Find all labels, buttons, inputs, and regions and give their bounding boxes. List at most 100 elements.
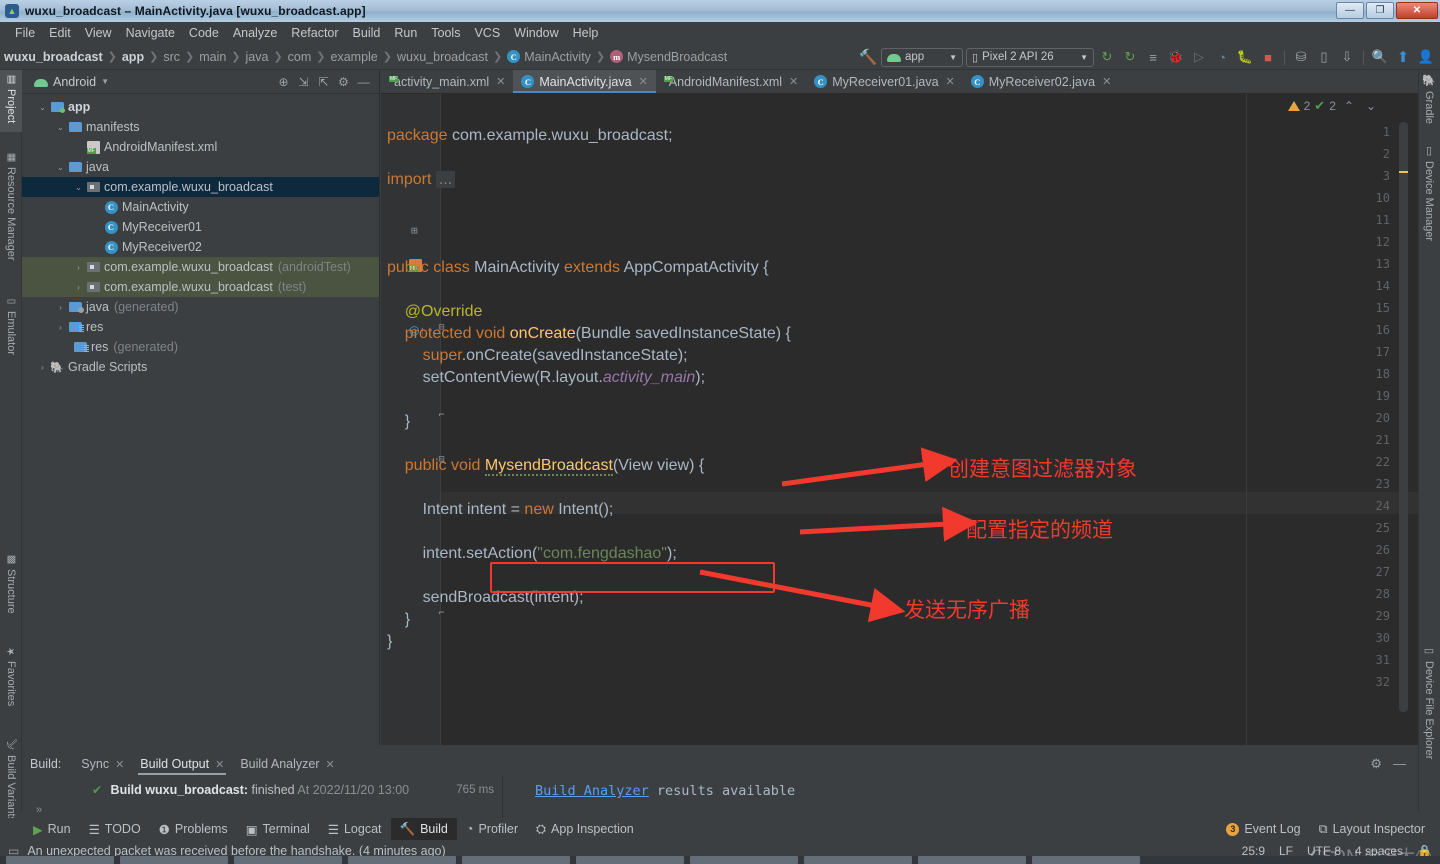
breadcrumb-item-app[interactable]: app [122, 50, 144, 64]
bottom-tab-build[interactable]: 🔨 Build [390, 818, 457, 840]
close-icon[interactable]: ✕ [639, 75, 648, 88]
sidebar-item-structure[interactable]: ▩ Structure [0, 550, 22, 632]
run-step-icon[interactable]: ▷ [1189, 47, 1209, 67]
code-fold-icon[interactable]: ⌐ [437, 410, 446, 421]
settings-gear-icon[interactable]: ⚙ [336, 75, 351, 89]
sidebar-item-gradle[interactable]: 🐘 Gradle [1418, 70, 1440, 132]
tree-node-java-generated[interactable]: › java (generated) [22, 297, 379, 317]
layout-inspector-button[interactable]: ⧉ Layout Inspector [1310, 818, 1434, 840]
tree-node-manifests[interactable]: ⌄ manifests [22, 117, 379, 137]
close-icon[interactable]: ✕ [946, 75, 955, 88]
update-icon[interactable]: ⬆ [1393, 47, 1413, 67]
taskbar-item[interactable] [1032, 856, 1140, 864]
taskbar-item[interactable] [576, 856, 684, 864]
bottom-tab-logcat[interactable]: ☰ Logcat [319, 818, 391, 840]
expand-all-icon[interactable]: ⇲ [296, 75, 311, 89]
bottom-tab-terminal[interactable]: ▣ Terminal [237, 818, 319, 840]
tab-my-receiver-02-java[interactable]: C MyReceiver02.java ✕ [963, 70, 1120, 93]
code-fold-icon[interactable]: ⌐ [437, 608, 446, 619]
minimize-button[interactable]: — [1336, 2, 1364, 19]
run-coverage-icon[interactable]: ↻ [1120, 47, 1140, 67]
run-configuration-selector[interactable]: app ▼ [881, 47, 963, 67]
menu-analyze[interactable]: Analyze [226, 26, 284, 40]
taskbar-item[interactable] [120, 856, 228, 864]
avd-manager-icon[interactable]: ▯ [1314, 47, 1334, 67]
hide-icon[interactable]: — [356, 75, 371, 89]
toggle-lines-icon[interactable]: ≡ [1143, 47, 1163, 67]
breadcrumb-item-project[interactable]: wuxu_broadcast [4, 50, 103, 64]
tree-node-main-activity[interactable]: C MainActivity [22, 197, 379, 217]
collapse-all-icon[interactable]: ⇱ [316, 75, 331, 89]
chevron-down-icon[interactable]: ⌄ [72, 183, 85, 192]
taskbar-item[interactable] [6, 856, 114, 864]
previous-highlight-icon[interactable]: ⌃ [1344, 99, 1354, 113]
chevron-right-icon[interactable]: › [54, 303, 67, 312]
inspection-widget[interactable]: 2 ✔ 2 ⌃ ⌄ [1287, 98, 1376, 114]
bottom-tab-problems[interactable]: ❶ Problems [150, 818, 237, 840]
run-icon[interactable]: ↻ [1097, 47, 1117, 67]
tree-node-res-generated[interactable]: res (generated) [22, 337, 379, 357]
taskbar-item[interactable] [462, 856, 570, 864]
bottom-tab-run[interactable]: ▶ Run [24, 818, 80, 840]
tab-main-activity-java[interactable]: C MainActivity.java ✕ [513, 70, 657, 93]
chevron-down-icon[interactable]: ⌄ [54, 123, 67, 132]
menu-view[interactable]: View [78, 26, 119, 40]
menu-vcs[interactable]: VCS [467, 26, 507, 40]
taskbar-item[interactable] [234, 856, 342, 864]
maximize-button[interactable]: ❐ [1366, 2, 1394, 19]
bottom-tab-app-inspection[interactable]: ⛭ App Inspection [527, 818, 643, 840]
chevron-right-icon[interactable]: › [36, 363, 49, 372]
taskbar-item[interactable] [918, 856, 1026, 864]
tree-node-package-android-test[interactable]: › com.example.wuxu_broadcast (androidTes… [22, 257, 379, 277]
device-selector[interactable]: ▯ Pixel 2 API 26 ▼ [966, 47, 1094, 67]
collapsed-imports[interactable]: ... [435, 171, 456, 188]
build-tab-sync[interactable]: Sync ✕ [73, 752, 132, 776]
code-editor[interactable]: 1 2 3 10 11 12 13 14 15 16 17 18 19 20 2… [381, 94, 1418, 745]
chevron-right-icon[interactable]: › [54, 323, 67, 332]
build-result-line[interactable]: ✔ Build wuxu_broadcast: finished At 2022… [92, 783, 409, 797]
next-highlight-icon[interactable]: ⌄ [1366, 99, 1376, 113]
build-analyzer-link[interactable]: Build Analyzer [535, 783, 649, 799]
menu-tools[interactable]: Tools [424, 26, 467, 40]
attach-debugger-icon[interactable]: 🐛 [1235, 47, 1255, 67]
build-tab-build-output[interactable]: Build Output ✕ [132, 752, 232, 776]
build-hammer-icon[interactable]: 🔨 [858, 47, 878, 67]
tree-node-android-manifest[interactable]: AndroidManifest.xml [22, 137, 379, 157]
sidebar-item-emulator[interactable]: ▯ Emulator [0, 292, 22, 380]
stop-icon[interactable]: ■ [1258, 47, 1278, 67]
chevron-down-icon[interactable]: ⌄ [36, 103, 49, 112]
taskbar-item[interactable] [348, 856, 456, 864]
profiler-icon[interactable]: ◔ [1212, 47, 1232, 67]
editor-scrollbar[interactable] [1399, 122, 1408, 712]
sync-gradle-icon[interactable]: ⇩ [1337, 47, 1357, 67]
account-icon[interactable]: 👤 [1416, 47, 1436, 67]
breadcrumb-item-src[interactable]: src [163, 50, 180, 64]
breadcrumb-item-java[interactable]: java [246, 50, 269, 64]
menu-refactor[interactable]: Refactor [284, 26, 345, 40]
sidebar-item-project[interactable]: ▤ Project [0, 70, 22, 132]
search-icon[interactable]: 🔍 [1370, 47, 1390, 67]
chevron-down-icon[interactable]: ▼ [101, 77, 109, 86]
breadcrumb-item-example[interactable]: example [331, 50, 378, 64]
close-icon[interactable]: ✕ [115, 758, 124, 771]
tree-node-package-test[interactable]: › com.example.wuxu_broadcast (test) [22, 277, 379, 297]
settings-gear-icon[interactable]: ⚙ [1370, 756, 1382, 772]
sidebar-item-favorites[interactable]: ★ Favorites [0, 642, 22, 726]
breadcrumb-item-package[interactable]: wuxu_broadcast [397, 50, 488, 64]
breadcrumb-item-com[interactable]: com [288, 50, 312, 64]
project-view-selector[interactable]: Android [53, 75, 96, 89]
breadcrumb-item-method[interactable]: MysendBroadcast [627, 50, 727, 64]
menu-file[interactable]: File [8, 26, 42, 40]
breadcrumb-item-main[interactable]: main [199, 50, 226, 64]
sidebar-item-resource-manager[interactable]: ▦ Resource Manager [0, 148, 22, 278]
menu-build[interactable]: Build [346, 26, 388, 40]
debug-icon[interactable]: 🐞 [1166, 47, 1186, 67]
chevron-down-icon[interactable]: ⌄ [54, 163, 67, 172]
bottom-tab-profiler[interactable]: ◔ Profiler [457, 818, 527, 840]
bottom-tab-todo[interactable]: ☰ TODO [80, 818, 150, 840]
close-icon[interactable]: ✕ [326, 758, 335, 771]
hide-icon[interactable]: — [1393, 756, 1406, 771]
menu-run[interactable]: Run [387, 26, 424, 40]
locate-icon[interactable]: ⊕ [276, 75, 291, 89]
close-button[interactable]: ✕ [1396, 2, 1438, 19]
